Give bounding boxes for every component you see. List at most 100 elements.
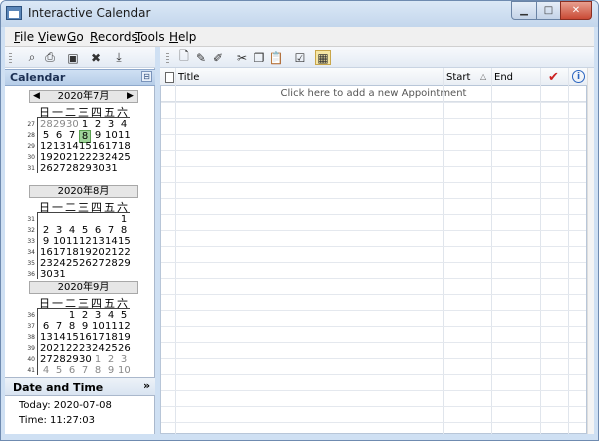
day-cell[interactable]: 9: [92, 130, 104, 141]
day-cell[interactable]: 17: [53, 247, 66, 258]
day-cell[interactable]: 30: [79, 354, 92, 365]
day-cell[interactable]: 20: [92, 247, 105, 258]
grid-row[interactable]: [161, 278, 586, 279]
day-cell[interactable]: 3: [105, 119, 117, 130]
day-cell[interactable]: 13: [53, 141, 66, 152]
day-cell[interactable]: 1: [118, 214, 130, 225]
day-cell[interactable]: 5: [79, 225, 91, 236]
week-number[interactable]: 36: [27, 312, 35, 319]
day-cell[interactable]: 23: [79, 343, 92, 354]
day-cell[interactable]: 25: [66, 258, 79, 269]
cut-icon[interactable]: ✂: [234, 50, 250, 65]
grid-row[interactable]: [161, 358, 586, 359]
day-cell[interactable]: 19: [118, 332, 131, 343]
find-icon[interactable]: ⌕: [24, 50, 40, 65]
column-title[interactable]: Title: [178, 72, 199, 83]
day-cell[interactable]: 26: [118, 343, 131, 354]
day-cell[interactable]: 29: [53, 119, 66, 130]
toolbar-grip[interactable]: [9, 53, 12, 63]
grid-row[interactable]: [161, 246, 586, 247]
week-number[interactable]: 35: [27, 260, 35, 267]
day-cell[interactable]: 21: [105, 247, 118, 258]
calendar-view-icon[interactable]: ▦: [315, 50, 331, 65]
day-cell[interactable]: 22: [66, 343, 79, 354]
grid-row[interactable]: [161, 294, 586, 295]
day-cell[interactable]: 14: [66, 141, 79, 152]
day-cell[interactable]: 13: [92, 236, 105, 247]
day-cell[interactable]: 3: [53, 225, 65, 236]
day-cell[interactable]: 25: [105, 343, 118, 354]
day-cell[interactable]: 7: [79, 365, 91, 376]
day-cell[interactable]: 3: [118, 354, 130, 365]
day-cell[interactable]: 6: [40, 321, 52, 332]
day-cell[interactable]: 17: [92, 332, 105, 343]
week-number[interactable]: 40: [27, 356, 35, 363]
day-cell[interactable]: 28: [40, 119, 53, 130]
day-cell[interactable]: 24: [105, 152, 118, 163]
day-cell[interactable]: 29: [66, 354, 79, 365]
new-appointment-icon[interactable]: 🗋: [176, 49, 192, 65]
day-cell[interactable]: 4: [66, 225, 78, 236]
day-cell[interactable]: 30: [66, 119, 79, 130]
grid-row[interactable]: [161, 118, 586, 119]
menu-go[interactable]: Go: [67, 30, 84, 44]
day-cell[interactable]: 16: [40, 247, 53, 258]
day-cell[interactable]: 31: [53, 269, 66, 280]
day-cell[interactable]: 15: [118, 236, 131, 247]
day-cell[interactable]: 27: [53, 163, 66, 174]
column-start[interactable]: Start: [446, 72, 470, 83]
grid-row[interactable]: [161, 374, 586, 375]
paste-icon[interactable]: 📋: [268, 50, 284, 65]
day-cell[interactable]: 17: [105, 141, 118, 152]
day-cell[interactable]: 4: [118, 119, 130, 130]
grid-row[interactable]: [161, 422, 586, 423]
grid-row[interactable]: [161, 406, 586, 407]
grid-row[interactable]: [161, 342, 586, 343]
day-cell[interactable]: 27: [40, 354, 53, 365]
day-cell[interactable]: 30: [40, 269, 53, 280]
day-cell[interactable]: 7: [53, 321, 65, 332]
edit-appointment-icon[interactable]: ✎: [193, 50, 209, 65]
day-cell[interactable]: 1: [92, 354, 104, 365]
day-cell[interactable]: 2: [105, 354, 117, 365]
menu-view[interactable]: View: [38, 30, 66, 44]
day-cell[interactable]: 31: [105, 163, 118, 174]
day-cell[interactable]: 5: [40, 130, 52, 141]
week-number[interactable]: 31: [27, 165, 35, 172]
day-cell[interactable]: 10: [92, 321, 105, 332]
month-title[interactable]: 2020年9月: [29, 281, 138, 294]
day-cell[interactable]: 22: [79, 152, 92, 163]
tools-icon[interactable]: ✖: [88, 50, 104, 65]
day-cell[interactable]: 26: [40, 163, 53, 174]
week-number[interactable]: 31: [27, 216, 35, 223]
day-cell[interactable]: 14: [53, 332, 66, 343]
day-cell[interactable]: 5: [53, 365, 65, 376]
next-month-icon[interactable]: ▶: [127, 91, 134, 101]
grid-row[interactable]: [161, 134, 586, 135]
day-cell[interactable]: 24: [53, 258, 66, 269]
day-cell[interactable]: 20: [40, 343, 53, 354]
menu-records[interactable]: Records: [90, 30, 138, 44]
day-cell[interactable]: 16: [79, 332, 92, 343]
day-cell[interactable]: 10: [53, 236, 66, 247]
close-button[interactable]: ✕: [560, 1, 592, 20]
day-cell[interactable]: 11: [118, 130, 131, 141]
day-cell[interactable]: 21: [53, 343, 66, 354]
week-number[interactable]: 27: [27, 121, 35, 128]
day-cell[interactable]: 9: [105, 365, 117, 376]
week-number[interactable]: 33: [27, 238, 35, 245]
week-number[interactable]: 34: [27, 249, 35, 256]
day-cell[interactable]: 6: [92, 225, 104, 236]
day-cell[interactable]: 25: [118, 152, 131, 163]
day-cell[interactable]: 7: [66, 130, 78, 141]
grid-row[interactable]: [161, 150, 586, 151]
day-cell[interactable]: 7: [105, 225, 117, 236]
appointment-grid[interactable]: [160, 68, 587, 434]
menu-tools[interactable]: Tools: [135, 30, 165, 44]
day-cell[interactable]: 16: [92, 141, 105, 152]
column-end[interactable]: End: [494, 72, 513, 83]
minimize-button[interactable]: ▁: [511, 1, 537, 20]
day-cell[interactable]: 18: [66, 247, 79, 258]
grid-row[interactable]: [161, 198, 586, 199]
day-cell[interactable]: 13: [40, 332, 53, 343]
